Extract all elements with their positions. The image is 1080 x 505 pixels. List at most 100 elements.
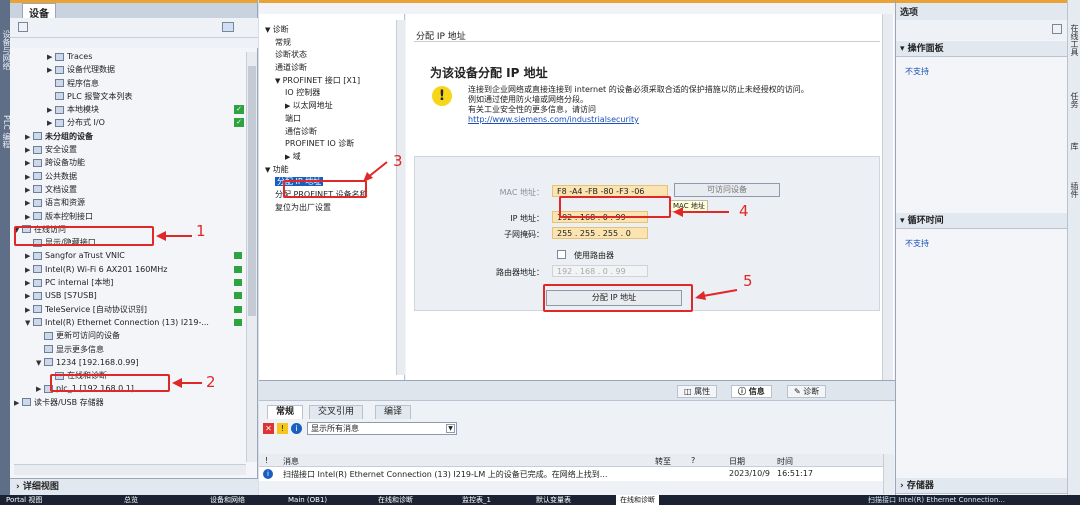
chevron-right-icon[interactable]: ▶	[25, 171, 33, 184]
vtab-addins[interactable]: 插件	[1069, 182, 1080, 198]
info-tab[interactable]: ⓘ 信息	[731, 385, 772, 398]
chevron-right-icon[interactable]: ▶	[25, 131, 33, 144]
vtab-tasks[interactable]: 任务	[1069, 92, 1080, 108]
chevron-right-icon[interactable]: ▶	[25, 290, 33, 303]
annotation-4: 4	[739, 202, 749, 220]
tree-node-icon	[33, 198, 42, 207]
chevron-right-icon[interactable]: ▶	[25, 304, 33, 317]
tree-node-icon	[33, 265, 42, 274]
tree-item[interactable]: ▶ 本地模块 ✓	[14, 103, 246, 116]
col-goto[interactable]: 转至	[655, 456, 671, 467]
chevron-right-icon[interactable]: ▶	[47, 51, 55, 64]
message-filter-select[interactable]: 显示所有消息 ▼	[307, 422, 457, 435]
taskbar-item[interactable]: 在线和诊断	[378, 495, 413, 505]
taskbar-item[interactable]: 默认变量表	[536, 495, 571, 505]
error-filter-icon[interactable]: ✕	[263, 423, 274, 434]
chevron-down-icon[interactable]: ▼	[446, 424, 455, 433]
warning-filter-icon[interactable]: !	[277, 423, 288, 434]
chevron-right-icon[interactable]: ▶	[25, 211, 33, 224]
chevron-right-icon[interactable]: ▶	[25, 250, 33, 263]
chevron-right-icon[interactable]: ▶	[47, 64, 55, 77]
chevron-right-icon[interactable]: ▶	[25, 157, 33, 170]
details-view-header[interactable]: › 详细视图	[10, 478, 258, 495]
info-filter-icon[interactable]: i	[291, 423, 302, 434]
inspector-window: ◫ 属性 ⓘ 信息 ✎ 诊断 常规 交叉引用 编译 ✕ ! i 显示所有消息 ▼ ! …	[259, 380, 895, 495]
tree-item[interactable]: ▶ 安全设置	[14, 143, 246, 156]
tree-item-label: 版本控制接口	[45, 211, 93, 221]
tree-item-label: 程序信息	[67, 78, 99, 88]
table-row[interactable]: i 扫描接口 Intel(R) Ethernet Connection (13)…	[259, 467, 883, 481]
filter-value: 显示所有消息	[311, 424, 359, 433]
status-ok-icon: ✓	[234, 118, 244, 128]
chevron-right-icon[interactable]: ▶	[14, 397, 22, 410]
tree-item[interactable]: ▶ 跨设备功能	[14, 156, 246, 169]
taskbar-item[interactable]: 在线和诊断	[616, 495, 659, 505]
col-date[interactable]: 日期	[729, 456, 745, 467]
tree-item[interactable]: ▶ Sangfor aTrust VNIC	[14, 249, 246, 262]
tree-vertical-scrollbar[interactable]	[246, 52, 257, 462]
info-subtab[interactable]: 编译	[375, 405, 412, 419]
scrollbar-thumb[interactable]	[248, 66, 256, 316]
chevron-right-icon[interactable]: ▶	[47, 104, 55, 117]
tree-item[interactable]: ▶ TeleService [自动协议识别]	[14, 303, 246, 316]
col-message[interactable]: 消息	[283, 456, 299, 467]
tree-item[interactable]: ▶ 读卡器/USB 存储器	[14, 396, 246, 409]
tree-item[interactable]: ▶ 设备代理数据	[14, 63, 246, 76]
chevron-right-icon[interactable]: ▶	[25, 197, 33, 210]
tree-item[interactable]: 显示更多信息	[14, 343, 246, 356]
tree-item[interactable]: ▶ 分布式 I/O ✓	[14, 116, 246, 129]
tree-item[interactable]: ▶ PC internal [本地]	[14, 276, 246, 289]
toolbar-icon[interactable]	[18, 22, 28, 32]
col-severity[interactable]: !	[265, 456, 268, 465]
taskbar-item[interactable]: Main (OB1)	[288, 495, 327, 505]
view-toggle-icon[interactable]	[222, 22, 234, 32]
vtab-online-tools[interactable]: 在线工具	[1069, 24, 1080, 56]
tree-item[interactable]: 程序信息	[14, 77, 246, 90]
tree-item[interactable]: ▼ Intel(R) Ethernet Connection (13) I219-…	[14, 316, 246, 329]
taskbar-item[interactable]: Portal 视图	[6, 495, 42, 505]
diagnostics-tab[interactable]: ✎ 诊断	[787, 385, 827, 398]
tree-item[interactable]: PLC 报警文本列表	[14, 90, 246, 103]
section-status: 不支持	[905, 67, 929, 76]
chevron-right-icon[interactable]: ▶	[25, 144, 33, 157]
chevron-down-icon[interactable]: ▼	[36, 357, 44, 370]
tree-item[interactable]: ▶ Intel(R) Wi-Fi 6 AX201 160MHz	[14, 263, 246, 276]
info-subtab[interactable]: 常规	[267, 405, 304, 419]
tree-item[interactable]: ▶ 语言和资源	[14, 196, 246, 209]
section-header[interactable]: › 存储器	[896, 478, 1068, 494]
chevron-down-icon[interactable]: ▼	[25, 317, 33, 330]
vtab-libraries[interactable]: 库	[1069, 142, 1080, 150]
col-help[interactable]: ?	[691, 456, 695, 465]
taskbar-item[interactable]: 监控表_1	[462, 495, 491, 505]
tree-node-icon	[33, 145, 42, 154]
tree-item[interactable]: ▶ USB [S7USB]	[14, 289, 246, 302]
chevron-right-icon[interactable]: ▶	[25, 264, 33, 277]
tree-item-label: 更新可访问的设备	[56, 331, 120, 341]
info-subtab[interactable]: 交叉引用	[309, 405, 364, 419]
tree-node-icon	[55, 79, 64, 88]
tree-item[interactable]: ▶ 版本控制接口	[14, 210, 246, 223]
section-header[interactable]: ▾ 循环时间	[896, 213, 1068, 229]
chevron-right-icon[interactable]: ▶	[36, 383, 44, 396]
tree-node-icon	[33, 172, 42, 181]
taskbar-item[interactable]: 总览	[124, 495, 138, 505]
chevron-right-icon[interactable]: ▶	[25, 184, 33, 197]
section-header[interactable]: ▾ 操作面板	[896, 41, 1068, 57]
tree-node-icon	[44, 358, 53, 367]
tree-item-label: 文档设置	[45, 184, 77, 194]
chevron-right-icon[interactable]: ▶	[25, 277, 33, 290]
properties-tab[interactable]: ◫ 属性	[677, 385, 718, 398]
tree-item[interactable]: ▶ 未分组的设备	[14, 130, 246, 143]
tree-item[interactable]: 更新可访问的设备	[14, 329, 246, 342]
tree-item[interactable]: ▶ Traces	[14, 50, 246, 63]
col-time[interactable]: 时间	[777, 456, 793, 467]
tree-item[interactable]: ▶ 文档设置	[14, 183, 246, 196]
tree-horizontal-scrollbar[interactable]	[14, 464, 246, 475]
tree-item[interactable]: ▼ 1234 [192.168.0.99]	[14, 356, 246, 369]
options-icon[interactable]	[1052, 24, 1062, 34]
tree-item[interactable]: ▶ 公共数据	[14, 170, 246, 183]
message-scrollbar[interactable]	[883, 454, 894, 494]
devices-tab[interactable]: 设备	[22, 3, 56, 20]
chevron-right-icon[interactable]: ▶	[47, 117, 55, 130]
taskbar-item[interactable]: 设备和网络	[210, 495, 245, 505]
